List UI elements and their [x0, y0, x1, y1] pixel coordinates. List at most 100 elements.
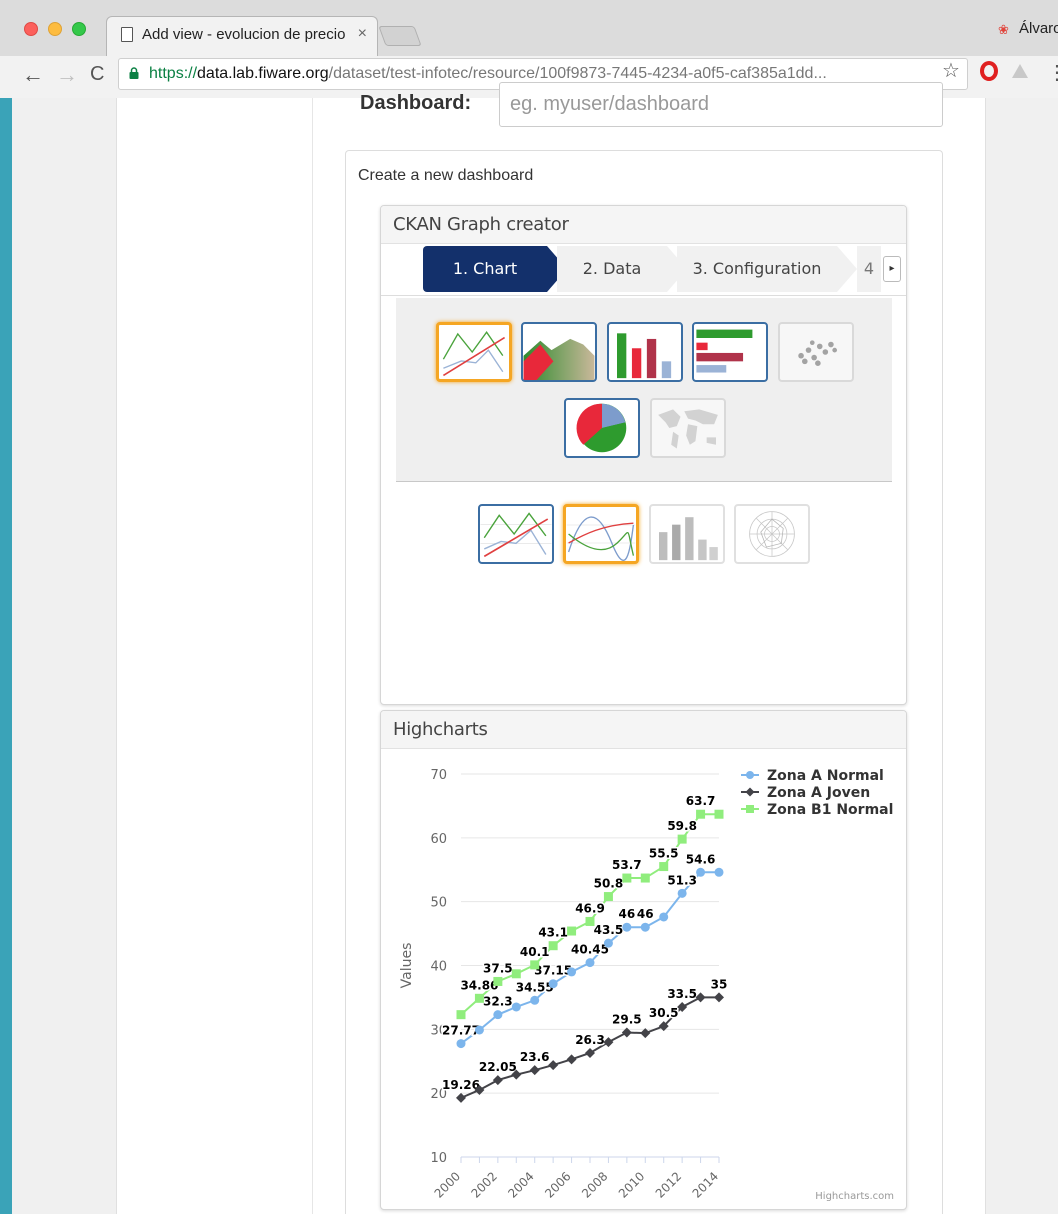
- data-point: [622, 922, 632, 932]
- step-data[interactable]: 2. Data: [557, 246, 687, 292]
- data-point: [548, 979, 558, 989]
- chart-type-area[interactable]: [521, 322, 597, 382]
- page-icon: [121, 27, 133, 42]
- data-label: 55.5: [649, 847, 679, 861]
- data-point: [714, 809, 724, 819]
- reload-button[interactable]: C: [90, 63, 104, 86]
- data-label: 40.45: [571, 943, 609, 957]
- data-point: [529, 1065, 540, 1076]
- highcharts-panel: Highcharts 10 20 30 40 50 60 70 2000 2002 2004 200…: [380, 710, 907, 1210]
- data-point: [493, 1010, 503, 1020]
- data-label: 34.55: [516, 980, 554, 994]
- chart-type-picker: [396, 298, 892, 482]
- step-chart[interactable]: 1. Chart: [423, 246, 567, 292]
- chart-type-line[interactable]: [436, 322, 512, 382]
- spline-chart-icon: [566, 516, 636, 561]
- browser-tab-active[interactable]: Add view - evolucion de precio ×: [106, 16, 378, 56]
- legend-item[interactable]: Zona A Joven: [767, 785, 870, 801]
- maximize-window-button[interactable]: [72, 22, 86, 36]
- data-point: [585, 958, 595, 968]
- world-map-icon: [658, 409, 718, 449]
- minimize-window-button[interactable]: [48, 22, 62, 36]
- highcharts-title: Highcharts: [381, 711, 906, 749]
- x-tick-label: 2010: [616, 1169, 647, 1200]
- wizard-next-button[interactable]: ▸: [883, 256, 901, 282]
- data-label: 59.8: [667, 819, 697, 833]
- data-label: 30.5: [649, 1006, 679, 1020]
- x-tick-label: 2000: [432, 1169, 463, 1200]
- legend-item[interactable]: Zona A Normal: [767, 768, 884, 784]
- graph-creator-panel: CKAN Graph creator 1. Chart 2. Data 3. C…: [380, 205, 907, 705]
- data-point: [492, 1075, 503, 1086]
- new-dashboard-title: Create a new dashboard: [358, 167, 534, 184]
- polar-chart-icon: [749, 511, 795, 557]
- data-label: 35: [711, 977, 728, 991]
- data-point: [474, 1025, 484, 1035]
- x-tick-label: 2014: [690, 1169, 721, 1200]
- step-4[interactable]: 4: [857, 246, 881, 292]
- data-point: [714, 867, 724, 877]
- data-point: [677, 888, 687, 898]
- pie-chart-icon: [576, 403, 627, 453]
- new-tab-button[interactable]: [378, 26, 422, 46]
- line-chart-icon: [442, 331, 506, 377]
- subtype-column-line[interactable]: [649, 504, 725, 564]
- back-button[interactable]: ←: [22, 62, 44, 88]
- star-icon[interactable]: ☆: [942, 58, 960, 83]
- data-label: 46: [637, 907, 654, 921]
- data-label: 37.5: [483, 961, 513, 975]
- legend-marker: [745, 787, 755, 797]
- subtype-polar[interactable]: [734, 504, 810, 564]
- subtype-basic-line[interactable]: [478, 504, 554, 564]
- wizard-steps: 1. Chart 2. Data 3. Configuration 4 ▸: [381, 244, 906, 296]
- data-label: 33.5: [667, 987, 697, 1001]
- data-label: 32.3: [483, 995, 513, 1009]
- data-point: [456, 1039, 466, 1049]
- opera-icon[interactable]: [980, 61, 998, 81]
- y-axis-title: Values: [399, 943, 415, 989]
- chart-type-pie[interactable]: [564, 398, 640, 458]
- url-text: https://data.lab.fiware.org/dataset/test…: [149, 65, 827, 83]
- data-label: 63.7: [686, 794, 716, 808]
- data-label: 29.5: [612, 1013, 642, 1027]
- data-point: [567, 926, 577, 936]
- drive-icon[interactable]: [1012, 64, 1028, 78]
- data-label: 50.8: [594, 877, 624, 891]
- chart-type-bar[interactable]: [692, 322, 768, 382]
- data-point: [603, 938, 613, 948]
- data-point: [566, 1054, 577, 1065]
- data-point: [511, 1002, 521, 1012]
- chart-subtype-picker: [381, 504, 906, 574]
- x-tick-label: 2006: [542, 1169, 573, 1200]
- line-chart-icon: [480, 512, 552, 558]
- profile-name[interactable]: Álvaro: [1019, 20, 1058, 37]
- credits-link: Highcharts.com: [815, 1191, 894, 1202]
- data-point: [714, 992, 724, 1003]
- sidebar-divider: [312, 98, 313, 1214]
- chart-type-column[interactable]: [607, 322, 683, 382]
- data-point: [603, 1037, 614, 1048]
- data-point: [640, 873, 650, 883]
- step-configuration[interactable]: 3. Configuration: [677, 246, 857, 292]
- chart-type-map[interactable]: [650, 398, 726, 458]
- dashboard-input[interactable]: [499, 82, 943, 127]
- url-scheme: https://: [149, 65, 198, 82]
- menu-icon[interactable]: ⋮: [1047, 60, 1058, 85]
- data-label: 23.6: [520, 1050, 550, 1064]
- chart-type-scatter[interactable]: [778, 322, 854, 382]
- data-point: [511, 969, 521, 979]
- data-point: [530, 960, 540, 970]
- tab-close-button[interactable]: ×: [358, 25, 367, 43]
- close-window-button[interactable]: [24, 22, 38, 36]
- legend-item[interactable]: Zona B1 Normal: [767, 802, 893, 818]
- forward-button[interactable]: →: [56, 62, 78, 88]
- subtype-spline[interactable]: [563, 504, 639, 564]
- data-point: [474, 993, 484, 1003]
- data-point: [548, 941, 558, 951]
- legend-marker: [746, 805, 754, 813]
- data-label: 22.05: [479, 1060, 517, 1074]
- data-label: 53.7: [612, 858, 642, 872]
- graph-creator-title: CKAN Graph creator: [381, 206, 906, 244]
- data-point: [696, 809, 706, 819]
- y-tick-label: 50: [430, 896, 447, 911]
